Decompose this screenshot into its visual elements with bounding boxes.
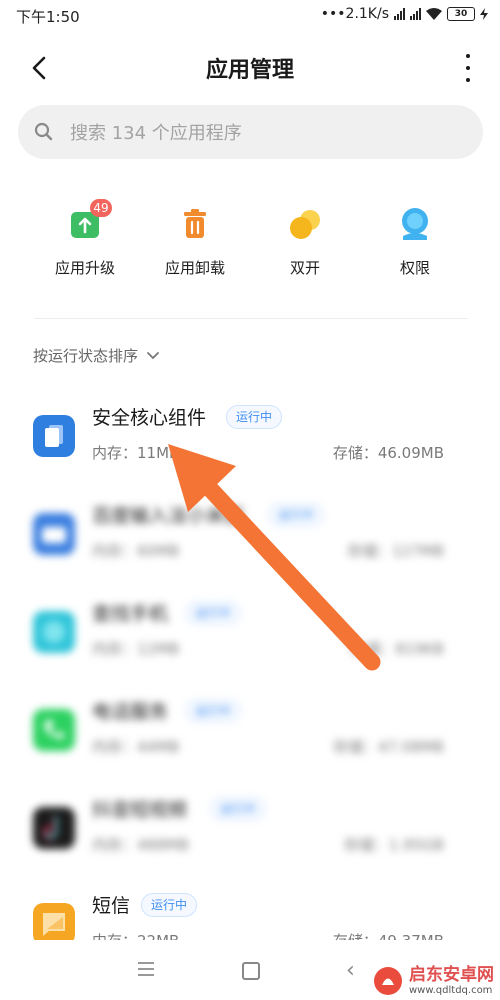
baidu-input-app-icon — [33, 513, 75, 555]
dual-app-icon — [290, 210, 320, 239]
trash-icon — [184, 209, 206, 238]
app-storage: 存储：819KB — [350, 640, 444, 658]
wifi-icon — [426, 8, 442, 20]
action-label: 权限 — [399, 259, 430, 277]
action-label: 双开 — [289, 259, 320, 277]
signal-icon-2 — [410, 8, 421, 20]
app-name: 电话服务 — [92, 701, 169, 723]
app-storage: 存储：46.09MB — [332, 444, 444, 462]
status-time: 下午1:50 — [16, 8, 80, 26]
status-bar: 下午1:50 •••2.1K/s 30 — [0, 0, 500, 30]
app-header: 应用管理 — [0, 40, 500, 96]
network-speed: •••2.1K/s — [320, 6, 389, 22]
app-memory: 内存：44MB — [92, 738, 180, 756]
home-icon[interactable] — [242, 962, 260, 980]
app-name: 抖音短视频 — [92, 799, 188, 821]
app-memory: 内存：488MB — [92, 836, 189, 854]
search-input[interactable] — [68, 117, 472, 149]
chevron-down-icon — [147, 351, 159, 359]
more-options-button[interactable] — [464, 54, 472, 82]
find-phone-app-icon — [33, 611, 75, 653]
charging-icon — [480, 8, 488, 20]
action-uninstall[interactable]: 应用卸载 — [140, 205, 250, 285]
app-storage: 存储：47.08MB — [332, 738, 444, 756]
action-label: 应用升级 — [54, 259, 115, 277]
app-list-item[interactable]: 安全核心组件 运行中 内存：11MB 存储：46.09MB — [0, 395, 500, 485]
battery-icon: 30 — [447, 7, 475, 21]
running-status-badge: 运行中 — [185, 699, 242, 723]
sort-selector[interactable]: 按运行状态排序 — [33, 345, 160, 366]
running-status-badge: 运行中 — [226, 405, 283, 429]
app-memory: 内存：60MB — [92, 542, 180, 560]
app-name: 安全核心组件 — [92, 407, 207, 429]
app-list-item[interactable]: 查找手机 运行中 内存：12MB 存储：819KB — [0, 591, 500, 681]
watermark-url: www.qdltdq.com — [409, 984, 493, 996]
app-memory: 内存：11MB — [92, 444, 180, 462]
sms-app-icon — [33, 903, 75, 945]
nav-back-icon[interactable]: ‹ — [346, 958, 355, 983]
action-upgrade[interactable]: 49 应用升级 — [30, 199, 140, 285]
douyin-app-icon — [33, 807, 75, 849]
phone-service-app-icon — [33, 709, 75, 751]
watermark-title: 启东安卓网 — [409, 965, 494, 986]
action-permission[interactable]: 权限 — [360, 205, 470, 285]
running-status-badge: 运行中 — [210, 797, 267, 821]
app-storage: 存储：127MB — [347, 542, 444, 560]
app-storage: 存储：1.95GB — [343, 836, 444, 854]
running-status-badge: 运行中 — [185, 601, 242, 625]
app-list-item[interactable]: 电话服务 运行中 内存：44MB 存储：47.08MB — [0, 689, 500, 779]
divider — [34, 318, 468, 319]
page-title: 应用管理 — [205, 58, 294, 83]
quick-actions: 49 应用升级 应用卸载 双开 权限 — [30, 199, 470, 285]
sort-label: 按运行状态排序 — [33, 347, 139, 365]
app-list-item[interactable]: 百度输入法小米版 运行中 内存：60MB 存储：127MB — [0, 493, 500, 583]
security-core-app-icon — [33, 415, 75, 457]
app-memory: 内存：12MB — [92, 640, 180, 658]
running-status-badge: 运行中 — [141, 893, 198, 917]
status-icons: •••2.1K/s 30 — [321, 6, 488, 22]
running-status-badge: 运行中 — [268, 503, 325, 527]
search-bar[interactable] — [18, 105, 483, 159]
app-name: 短信 — [92, 895, 131, 917]
signal-icon — [394, 8, 405, 20]
watermark: 启东安卓网 www.qdltdq.com — [373, 966, 494, 996]
app-name: 百度输入法小米版 — [92, 505, 245, 527]
watermark-logo-icon — [374, 967, 402, 995]
menu-icon[interactable] — [138, 962, 154, 980]
app-list-item[interactable]: 抖音短视频 运行中 内存：488MB 存储：1.95GB — [0, 787, 500, 877]
search-icon — [34, 122, 53, 141]
upgrade-count-badge: 49 — [90, 199, 112, 217]
action-dual-app[interactable]: 双开 — [250, 205, 360, 285]
app-name: 查找手机 — [92, 603, 169, 625]
action-label: 应用卸载 — [164, 259, 225, 277]
permission-icon — [402, 208, 428, 240]
